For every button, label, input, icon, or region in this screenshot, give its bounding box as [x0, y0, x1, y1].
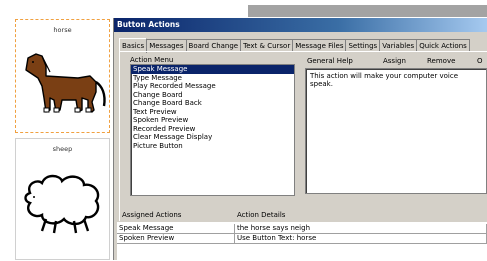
- communication-board: horse sheep: [0, 0, 112, 260]
- action-item-play-recorded-message[interactable]: Play Recorded Message: [131, 82, 294, 91]
- table-row[interactable]: Spoken Preview Use Button Text: horse: [117, 234, 487, 244]
- assigned-actions-table[interactable]: Speak Message the horse says neigh Spoke…: [117, 222, 487, 260]
- action-menu-list[interactable]: Speak Message Type Message Play Recorded…: [130, 64, 295, 196]
- action-item-change-board[interactable]: Change Board: [131, 91, 294, 100]
- background-window-bar: [248, 5, 487, 17]
- assigned-action-cell[interactable]: Spoken Preview: [117, 234, 235, 244]
- help-text: This action will make your computer voic…: [310, 72, 459, 88]
- action-item-change-board-back[interactable]: Change Board Back: [131, 99, 294, 108]
- action-item-text-preview[interactable]: Text Preview: [131, 108, 294, 117]
- horse-icon: [25, 53, 106, 113]
- table-row[interactable]: Speak Message the horse says neigh: [117, 224, 487, 234]
- assign-button[interactable]: Assign: [383, 57, 406, 65]
- action-item-recorded-preview[interactable]: Recorded Preview: [131, 125, 294, 134]
- remove-button[interactable]: Remove: [427, 57, 455, 65]
- assigned-action-cell[interactable]: Speak Message: [117, 224, 235, 234]
- horse-button[interactable]: horse: [15, 19, 110, 133]
- action-item-picture-button[interactable]: Picture Button: [131, 142, 294, 151]
- general-help-box: This action will make your computer voic…: [305, 68, 487, 194]
- col-action-details: Action Details: [237, 211, 286, 219]
- action-item-type-message[interactable]: Type Message: [131, 74, 294, 83]
- action-details-cell[interactable]: the horse says neigh: [235, 224, 487, 234]
- col-assigned-actions: Assigned Actions: [122, 211, 182, 219]
- action-menu-label: Action Menu: [130, 56, 174, 64]
- general-help-label: General Help: [307, 57, 353, 65]
- action-item-spoken-preview[interactable]: Spoken Preview: [131, 116, 294, 125]
- action-item-clear-message-display[interactable]: Clear Message Display: [131, 133, 294, 142]
- sheep-button[interactable]: sheep: [15, 138, 110, 260]
- sheep-icon: [24, 174, 100, 234]
- action-item-speak-message[interactable]: Speak Message: [131, 65, 294, 74]
- tab-strip: Basics Messages Board Change Text & Cursor M…: [119, 37, 470, 53]
- dialog-title: Button Actions: [114, 18, 487, 32]
- extra-button[interactable]: O: [477, 57, 483, 65]
- action-details-cell[interactable]: Use Button Text: horse: [235, 234, 487, 244]
